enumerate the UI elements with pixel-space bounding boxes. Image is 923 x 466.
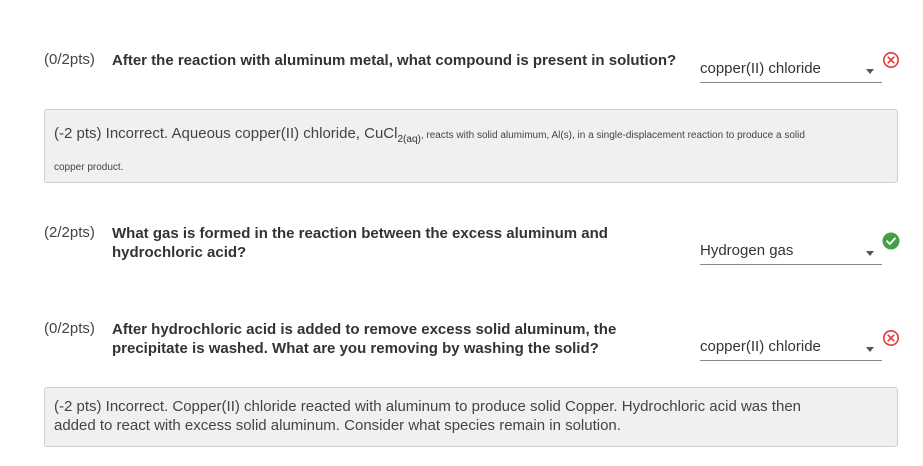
question-3-prompt-line-2: precipitate is washed. What are you remo… [112,340,599,357]
feedback-3-line-2: added to react with excess solid aluminu… [54,417,621,434]
question-2-prompt-line-2: hydrochloric acid? [112,244,247,261]
question-2-selected-value: Hydrogen gas [700,242,794,259]
question-1-prompt: After the reaction with aluminum metal, … [112,52,677,69]
x-circle-icon [883,52,899,68]
question-3-prompt-line-1: After hydrochloric acid is added to remo… [112,321,617,338]
question-3-selected-value: copper(II) chloride [700,338,821,355]
feedback-3-line-1: (-2 pts) Incorrect. Copper(II) chloride … [54,398,801,415]
question-1-answer-select[interactable]: copper(II) chloride [700,56,882,83]
caret-down-icon [866,347,874,352]
feedback-1-small-text: , reacts with solid alumimum, Al(s), in … [420,130,805,141]
question-3-prompt: After hydrochloric acid is added to remo… [112,320,616,358]
question-1-score: (0/2pts) [44,51,95,68]
question-3-answer-select[interactable]: copper(II) chloride [700,334,882,361]
caret-down-icon [866,69,874,74]
question-1-feedback: (-2 pts) Incorrect. Aqueous copper(II) c… [44,109,898,183]
caret-down-icon [866,251,874,256]
feedback-1-main-text: (-2 pts) Incorrect. Aqueous copper(II) c… [54,125,398,142]
question-2-prompt-line-1: What gas is formed in the reaction betwe… [112,225,608,242]
question-2-score: (2/2pts) [44,224,95,241]
feedback-1-small-text-2: copper product. [54,162,124,173]
question-2-prompt: What gas is formed in the reaction betwe… [112,224,608,262]
question-3-feedback: (-2 pts) Incorrect. Copper(II) chloride … [44,387,898,447]
question-2-answer-select[interactable]: Hydrogen gas [700,238,882,265]
question-3-score: (0/2pts) [44,320,95,337]
check-circle-icon [882,232,900,250]
feedback-1-subscript-aq: (aq) [403,134,421,146]
x-circle-icon [883,330,899,346]
question-1-selected-value: copper(II) chloride [700,60,821,77]
